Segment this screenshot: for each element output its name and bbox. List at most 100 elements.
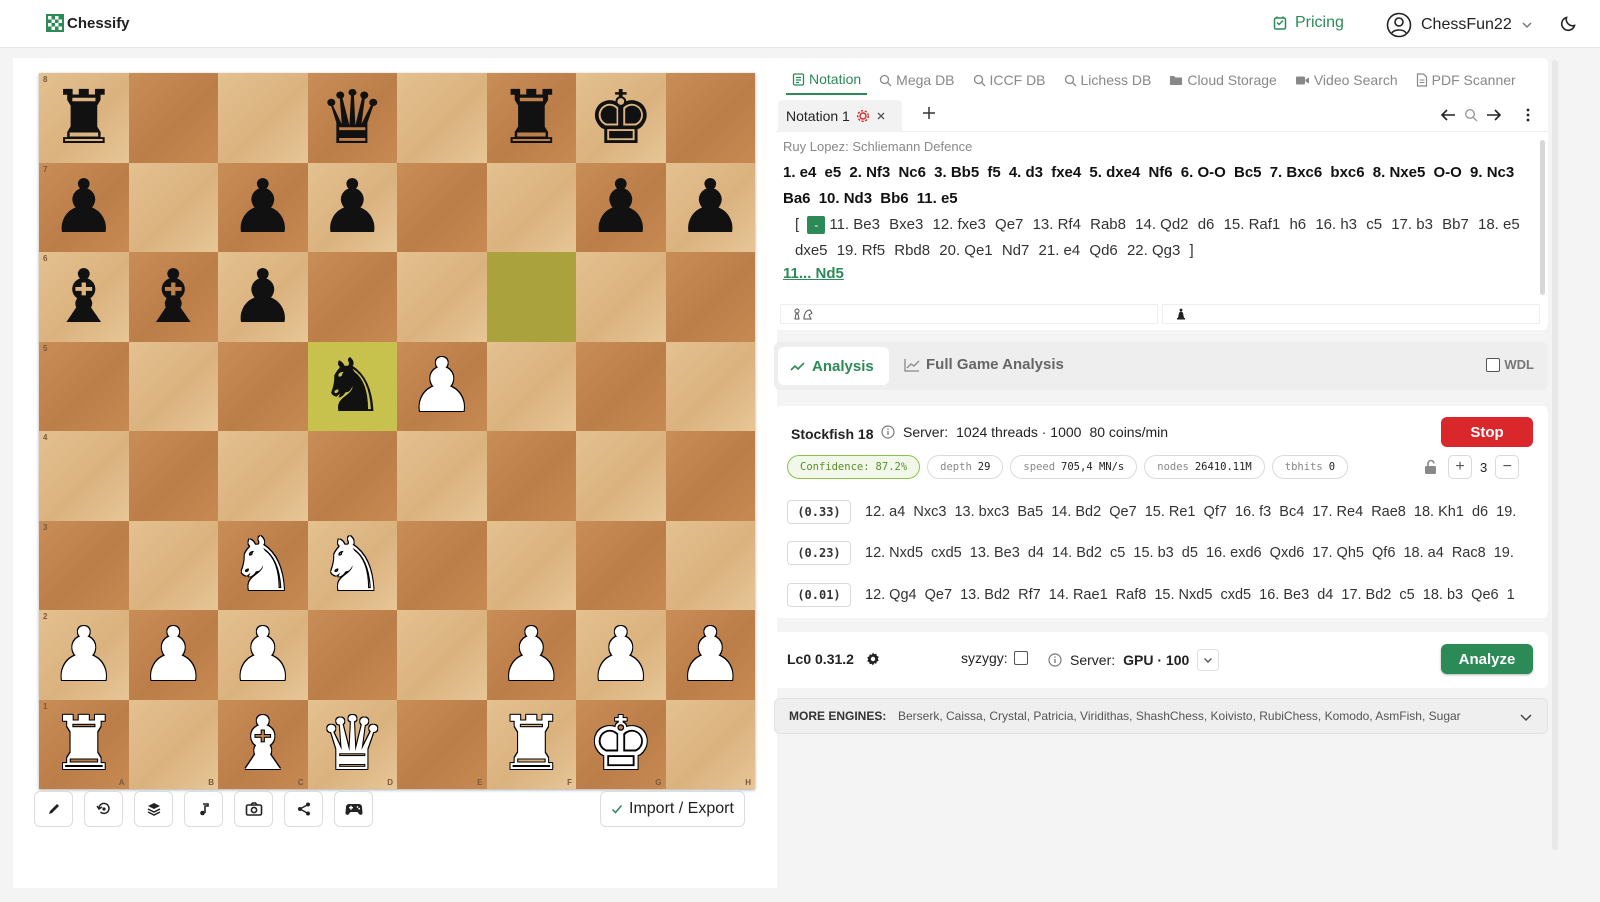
variation-move[interactable]: dxe5 bbox=[795, 242, 828, 259]
variation-move[interactable]: Rab8 bbox=[1090, 216, 1126, 233]
black-rook-icon[interactable]: ♜ bbox=[51, 81, 117, 155]
black-pawn-icon[interactable]: ♟ bbox=[677, 170, 743, 244]
variation-move[interactable]: 18. e5 bbox=[1478, 216, 1520, 233]
square-f8[interactable]: ♜ bbox=[486, 73, 576, 163]
square-f2[interactable]: ♟ bbox=[486, 610, 576, 700]
import-export-button[interactable]: Import / Export bbox=[600, 791, 745, 827]
square-h5[interactable] bbox=[665, 341, 755, 431]
move[interactable]: 3. Bb5 bbox=[934, 164, 979, 181]
wdl-toggle[interactable]: WDL bbox=[1486, 357, 1534, 372]
square-g2[interactable]: ♟ bbox=[576, 610, 666, 700]
move[interactable]: 2. Nf3 bbox=[849, 164, 890, 181]
square-c5[interactable] bbox=[218, 341, 308, 431]
user-menu[interactable]: ChessFun22 bbox=[1386, 12, 1533, 38]
variation-move[interactable]: 13. Rf4 bbox=[1033, 216, 1081, 233]
flip-board-button[interactable] bbox=[84, 791, 123, 827]
white-pawn-icon[interactable]: ♟ bbox=[409, 349, 475, 423]
white-rook-icon[interactable]: ♜ bbox=[51, 707, 117, 781]
variation-move[interactable]: 15. Raf1 bbox=[1224, 216, 1281, 233]
square-f7[interactable] bbox=[486, 162, 576, 252]
square-c2[interactable]: ♟ bbox=[218, 610, 308, 700]
screenshot-button[interactable] bbox=[234, 791, 273, 827]
expand-more-engines[interactable] bbox=[1519, 710, 1533, 724]
tab-iccf-db[interactable]: ICCF DB bbox=[967, 69, 1052, 95]
close-icon[interactable] bbox=[876, 111, 886, 121]
move[interactable]: Bc5 bbox=[1234, 164, 1262, 181]
share-button[interactable] bbox=[284, 791, 323, 827]
variation-move[interactable]: Rbd8 bbox=[894, 242, 930, 259]
square-f3[interactable] bbox=[486, 520, 576, 610]
variation-move[interactable]: h6 bbox=[1289, 216, 1306, 233]
black-rook-icon[interactable]: ♜ bbox=[498, 81, 564, 155]
add-notation-tab-button[interactable] bbox=[922, 106, 936, 120]
arrow-right-icon[interactable] bbox=[1486, 108, 1502, 122]
move[interactable]: Nf6 bbox=[1148, 164, 1172, 181]
syzygy-checkbox[interactable] bbox=[1013, 651, 1028, 665]
square-a6[interactable]: 6 ♝ bbox=[39, 252, 129, 342]
white-knight-icon[interactable]: ♞ bbox=[319, 528, 385, 602]
sound-button[interactable] bbox=[184, 791, 223, 827]
square-f5[interactable] bbox=[486, 341, 576, 431]
square-b8[interactable] bbox=[128, 73, 218, 163]
white-pawn-icon[interactable]: ♟ bbox=[230, 618, 296, 692]
black-bishop-icon[interactable]: ♝ bbox=[51, 260, 117, 334]
play-vs-computer-button[interactable] bbox=[334, 791, 373, 827]
move[interactable]: 5. dxe4 bbox=[1089, 164, 1140, 181]
tab-video-search[interactable]: Video Search bbox=[1289, 69, 1404, 95]
square-c3[interactable]: ♞ bbox=[218, 520, 308, 610]
move[interactable]: e5 bbox=[825, 164, 842, 181]
square-d4[interactable] bbox=[307, 431, 397, 521]
move[interactable]: f5 bbox=[987, 164, 1000, 181]
right-panel-scrollbar[interactable] bbox=[1552, 60, 1558, 850]
square-a4[interactable]: 4 bbox=[39, 431, 129, 521]
white-pawn-icon[interactable]: ♟ bbox=[588, 618, 654, 692]
square-e7[interactable] bbox=[397, 162, 487, 252]
pv-line[interactable]: (0.01) 12. Qg4 Qe7 13. Bd2 Rf7 14. Rae1 R… bbox=[787, 582, 1537, 608]
square-g7[interactable]: ♟ bbox=[576, 162, 666, 252]
move[interactable]: O-O bbox=[1434, 164, 1462, 181]
tab-mega-db[interactable]: Mega DB bbox=[873, 69, 960, 95]
black-queen-icon[interactable]: ♛ bbox=[319, 81, 385, 155]
variation-move[interactable]: 16. h3 bbox=[1315, 216, 1357, 233]
square-g5[interactable] bbox=[576, 341, 666, 431]
white-pawn-icon[interactable]: ♟ bbox=[51, 618, 117, 692]
chessify-logo[interactable]: Chessify bbox=[46, 14, 130, 32]
collapse-variation-button[interactable]: - bbox=[807, 216, 826, 235]
white-king-icon[interactable]: ♚ bbox=[588, 707, 654, 781]
variation-move[interactable]: 17. b3 bbox=[1391, 216, 1433, 233]
remove-line-button[interactable]: − bbox=[1495, 455, 1520, 479]
variation-move[interactable]: 20. Qe1 bbox=[939, 242, 992, 259]
square-h3[interactable] bbox=[665, 520, 755, 610]
syzygy-toggle[interactable]: syzygy: bbox=[961, 650, 1028, 666]
pv-moves[interactable]: 12. Nxd5 cxd5 13. Be3 d4 14. Bd2 c5 15. … bbox=[865, 545, 1514, 561]
square-a1[interactable]: 1 A ♜ bbox=[39, 699, 129, 789]
variation-move[interactable]: d6 bbox=[1198, 216, 1215, 233]
square-h4[interactable] bbox=[665, 431, 755, 521]
black-king-icon[interactable]: ♚ bbox=[588, 81, 654, 155]
black-pawn-icon[interactable]: ♟ bbox=[230, 170, 296, 244]
current-move[interactable]: 11... Nd5 bbox=[783, 265, 844, 282]
variation-move[interactable]: Bb7 bbox=[1442, 216, 1469, 233]
square-h6[interactable] bbox=[665, 252, 755, 342]
variation-move[interactable]: 14. Qd2 bbox=[1135, 216, 1188, 233]
gear-icon[interactable] bbox=[866, 652, 880, 666]
black-pawn-icon[interactable]: ♟ bbox=[588, 170, 654, 244]
tab-notation-1[interactable]: Notation 1 bbox=[778, 100, 902, 132]
square-c8[interactable] bbox=[218, 73, 308, 163]
variation-move[interactable]: 11. Be3 bbox=[829, 216, 880, 233]
move[interactable]: Nc6 bbox=[898, 164, 926, 181]
square-e8[interactable] bbox=[397, 73, 487, 163]
square-a2[interactable]: 2 ♟ bbox=[39, 610, 129, 700]
move[interactable]: 11. e5 bbox=[917, 190, 958, 207]
square-d7[interactable]: ♟ bbox=[307, 162, 397, 252]
square-b6[interactable]: ♝ bbox=[128, 252, 218, 342]
chess-board[interactable]: 8 ♜ ♛ ♜ ♚ 7 ♟ ♟ ♟ ♟ ♟ 6 ♝ ♝ ♟ 5 ♞ ♟ 4 3 ♞ ♞ 2 ♟ ♟ ♟ ♟ ♟ ♟ 1 A ♜ B C ♝ D ♛ E F ♜… bbox=[39, 73, 755, 789]
move[interactable]: 8. Nxe5 bbox=[1373, 164, 1426, 181]
square-d8[interactable]: ♛ bbox=[307, 73, 397, 163]
tab-notation[interactable]: Notation bbox=[786, 69, 868, 95]
square-e4[interactable] bbox=[397, 431, 487, 521]
edit-board-button[interactable] bbox=[34, 791, 73, 827]
square-e3[interactable] bbox=[397, 520, 487, 610]
move[interactable]: fxe4 bbox=[1051, 164, 1081, 181]
square-b1[interactable]: B bbox=[128, 699, 218, 789]
